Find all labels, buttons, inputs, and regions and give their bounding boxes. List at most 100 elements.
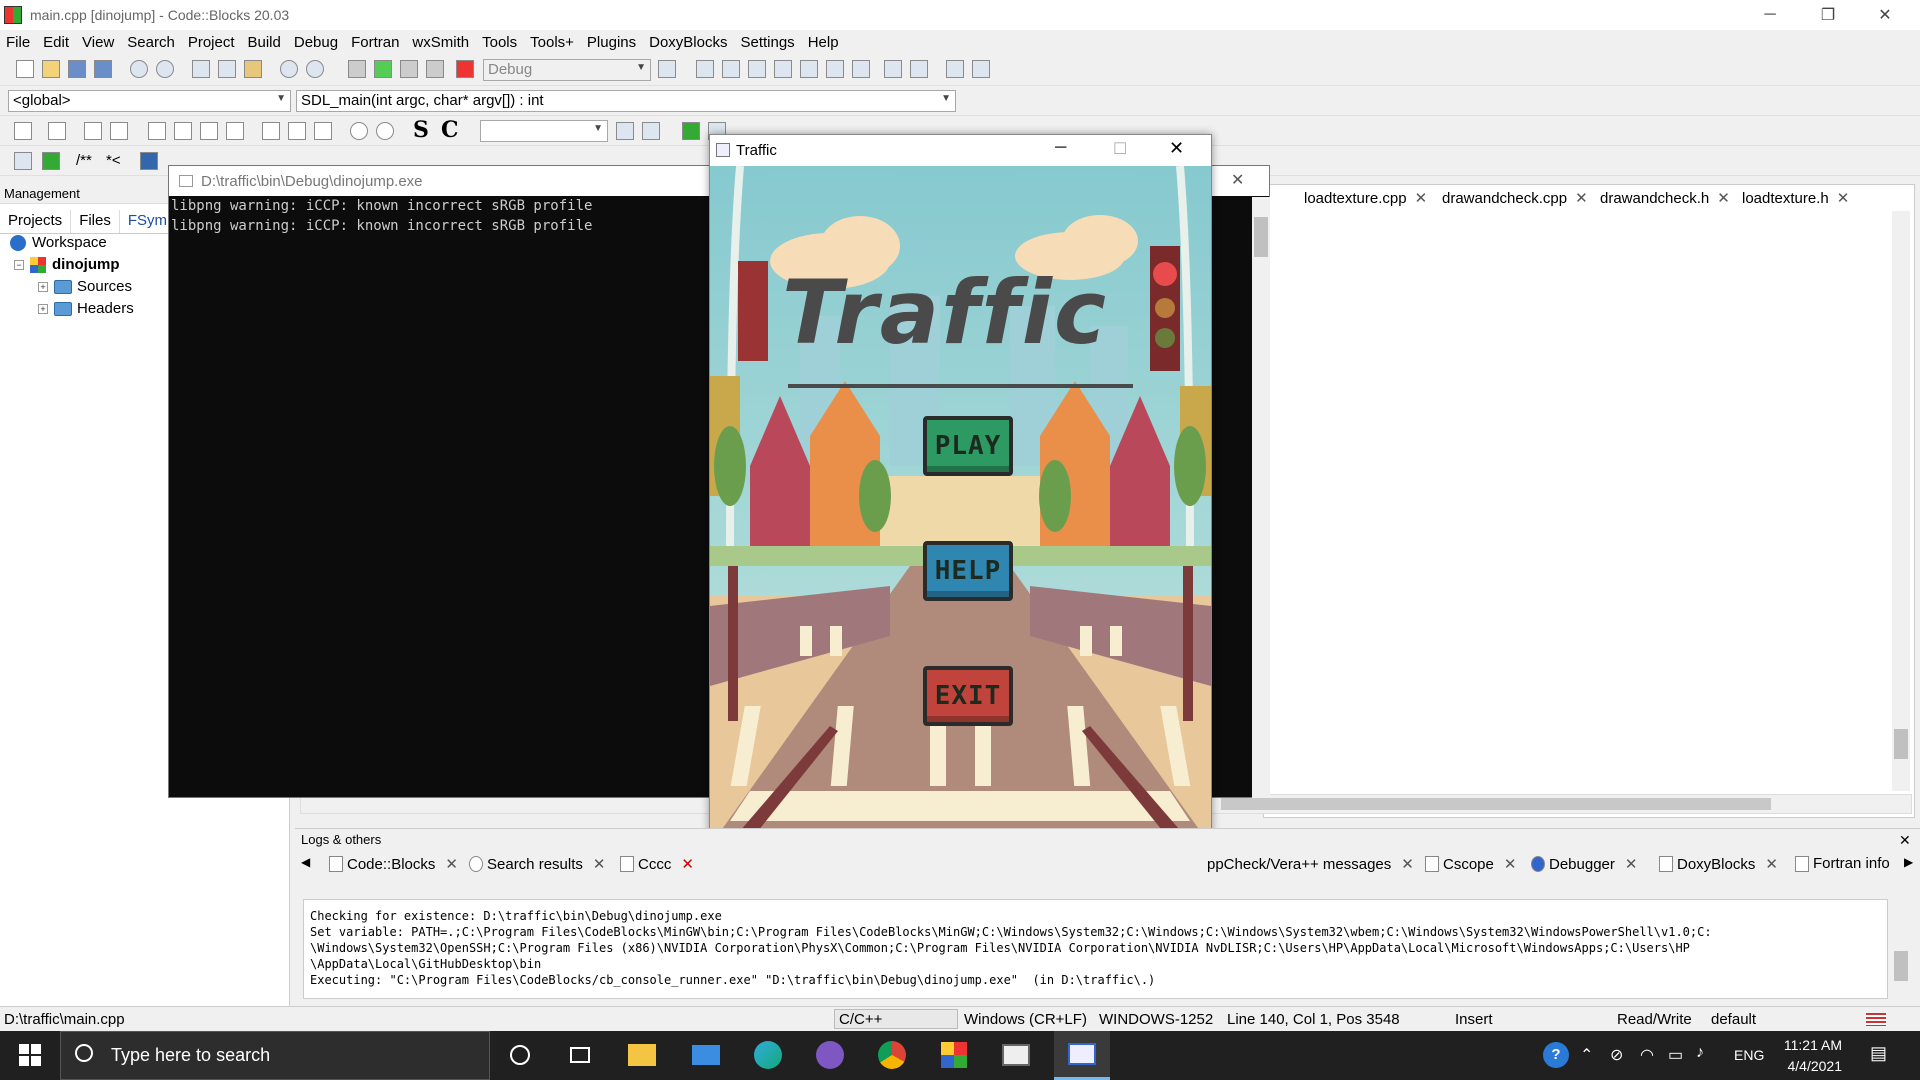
search-glass-icon[interactable] bbox=[616, 122, 634, 140]
help-tray-icon[interactable]: ? bbox=[1538, 1037, 1574, 1073]
cortana-icon[interactable] bbox=[502, 1037, 538, 1073]
logs-tab-codeblocks[interactable]: Code::Blocks ✕ bbox=[329, 855, 458, 873]
file-explorer-icon[interactable] bbox=[624, 1037, 660, 1073]
exit-button[interactable]: EXIT bbox=[923, 666, 1013, 726]
clock-time[interactable]: 11:21 AM bbox=[1782, 1037, 1842, 1053]
battery-icon[interactable]: ▭ bbox=[1668, 1045, 1683, 1065]
menu-project[interactable]: Project bbox=[188, 34, 235, 51]
sources-folder[interactable]: + Sources bbox=[38, 278, 132, 295]
wrench-icon[interactable] bbox=[642, 122, 660, 140]
zoom-out-icon[interactable] bbox=[376, 122, 394, 140]
traffic-taskbar-icon[interactable] bbox=[1054, 1031, 1110, 1080]
next-line-icon[interactable] bbox=[748, 60, 766, 78]
layout-icon-3[interactable] bbox=[200, 122, 218, 140]
windows-start-icon[interactable] bbox=[12, 1037, 48, 1073]
wifi-icon[interactable]: ◠ bbox=[1640, 1045, 1654, 1065]
doxy-wizard-icon[interactable] bbox=[14, 152, 32, 170]
clock-date[interactable]: 4/4/2021 bbox=[1782, 1058, 1843, 1074]
abort-icon[interactable] bbox=[456, 60, 474, 78]
logs-scrollbar[interactable] bbox=[1892, 899, 1910, 999]
taskbar-search-box[interactable]: Type here to search bbox=[60, 1031, 490, 1080]
menu-fortran[interactable]: Fortran bbox=[351, 34, 399, 51]
console-taskbar-icon[interactable] bbox=[998, 1037, 1034, 1073]
open-file-icon[interactable] bbox=[42, 60, 60, 78]
frame-icon-3[interactable] bbox=[314, 122, 332, 140]
menu-doxyblocks[interactable]: DoxyBlocks bbox=[649, 34, 727, 51]
save-all-icon[interactable] bbox=[94, 60, 112, 78]
github-desktop-icon[interactable] bbox=[812, 1037, 848, 1073]
logs-tab-cscope[interactable]: Cscope ✕ bbox=[1425, 855, 1516, 873]
back-arrow-icon[interactable] bbox=[682, 122, 700, 140]
volume-icon[interactable]: ♪ bbox=[1696, 1044, 1704, 1062]
editor-tab-loadtexture-h[interactable]: loadtexture.h ✕ bbox=[1742, 189, 1849, 207]
editor-tab-drawandcheck-cpp[interactable]: drawandcheck.cpp ✕ bbox=[1442, 189, 1588, 207]
replace-icon[interactable] bbox=[306, 60, 324, 78]
layout-icon-2[interactable] bbox=[174, 122, 192, 140]
logs-scroll-thumb[interactable] bbox=[1894, 951, 1908, 981]
logs-scroll-right-icon[interactable]: ▶ bbox=[1904, 855, 1913, 869]
stop-debug-icon[interactable] bbox=[910, 60, 928, 78]
menu-tools-plus[interactable]: Tools+ bbox=[530, 34, 574, 51]
logs-tab-debugger[interactable]: Debugger ✕ bbox=[1531, 855, 1637, 873]
rectangle-icon[interactable] bbox=[48, 122, 66, 140]
layout-icon-1[interactable] bbox=[148, 122, 166, 140]
target-options-icon[interactable] bbox=[658, 60, 676, 78]
battery-saver-icon[interactable]: ⊘ bbox=[1610, 1045, 1623, 1065]
editor-vertical-scrollbar[interactable] bbox=[1892, 211, 1910, 791]
logs-scroll-left-icon[interactable]: ◀ bbox=[301, 855, 310, 869]
next-instruction-icon[interactable] bbox=[826, 60, 844, 78]
rebuild-icon[interactable] bbox=[426, 60, 444, 78]
toolbar-combo[interactable]: ▼ bbox=[480, 120, 608, 142]
restore-button[interactable]: ❐ bbox=[1801, 0, 1855, 30]
menu-debug[interactable]: Debug bbox=[294, 34, 338, 51]
copy-icon[interactable] bbox=[218, 60, 236, 78]
cut-icon[interactable] bbox=[192, 60, 210, 78]
console-scrollbar[interactable] bbox=[1252, 197, 1270, 798]
minimize-button[interactable]: ─ bbox=[1743, 0, 1797, 30]
bold-c-button[interactable]: C bbox=[441, 117, 459, 143]
logs-tab-search-results[interactable]: Search results ✕ bbox=[469, 855, 605, 873]
headers-folder[interactable]: + Headers bbox=[38, 300, 134, 317]
tray-chevron-icon[interactable]: ⌃ bbox=[1580, 1045, 1593, 1065]
game-window[interactable]: Traffic ─ ☐ ✕ Traffic PLAY HELP EXIT bbox=[709, 134, 1212, 915]
game-minimize-button[interactable]: ─ bbox=[1055, 139, 1066, 157]
console-scroll-thumb[interactable] bbox=[1254, 217, 1268, 257]
menu-file[interactable]: File bbox=[6, 34, 30, 51]
new-file-icon[interactable] bbox=[16, 60, 34, 78]
layout-icon-4[interactable] bbox=[226, 122, 244, 140]
build-gear-icon[interactable] bbox=[348, 60, 366, 78]
menu-settings[interactable]: Settings bbox=[740, 34, 794, 51]
scope-select[interactable]: <global> ▼ bbox=[8, 90, 291, 112]
build-run-icon[interactable] bbox=[400, 60, 418, 78]
step-out-icon[interactable] bbox=[800, 60, 818, 78]
menu-build[interactable]: Build bbox=[248, 34, 281, 51]
language-indicator[interactable]: ENG bbox=[1734, 1047, 1764, 1063]
logs-close-icon[interactable]: ✕ bbox=[1899, 832, 1911, 849]
game-close-button[interactable]: ✕ bbox=[1169, 138, 1184, 159]
comment-line-button[interactable]: *< bbox=[106, 152, 121, 169]
build-target-select[interactable]: Debug ▼ bbox=[483, 59, 651, 81]
pause-icon[interactable] bbox=[884, 60, 902, 78]
save-icon[interactable] bbox=[68, 60, 86, 78]
workspace-node[interactable]: Workspace bbox=[10, 234, 107, 251]
debug-info-icon[interactable] bbox=[972, 60, 990, 78]
menu-view[interactable]: View bbox=[82, 34, 114, 51]
scrollbar-thumb[interactable] bbox=[1894, 729, 1908, 759]
menu-plugins[interactable]: Plugins bbox=[587, 34, 636, 51]
close-button[interactable]: ✕ bbox=[1858, 0, 1912, 30]
frame-icon-1[interactable] bbox=[262, 122, 280, 140]
menu-edit[interactable]: Edit bbox=[43, 34, 69, 51]
mail-icon[interactable] bbox=[688, 1037, 724, 1073]
logs-tab-doxyblocks[interactable]: DoxyBlocks ✕ bbox=[1659, 855, 1778, 873]
menu-wxsmith[interactable]: wxSmith bbox=[412, 34, 469, 51]
editor-area[interactable]: loadtexture.cpp ✕ drawandcheck.cpp ✕ drawa… bbox=[1263, 184, 1915, 818]
debug-windows-icon[interactable] bbox=[946, 60, 964, 78]
project-node[interactable]: − dinojump bbox=[14, 256, 120, 273]
editor-tab-loadtexture-cpp[interactable]: loadtexture.cpp ✕ bbox=[1304, 189, 1427, 207]
tab-files[interactable]: Files bbox=[71, 210, 120, 233]
menu-tools[interactable]: Tools bbox=[482, 34, 517, 51]
run-to-cursor-icon[interactable] bbox=[722, 60, 740, 78]
run-icon[interactable] bbox=[374, 60, 392, 78]
logs-tab-fortran-info[interactable]: Fortran info bbox=[1795, 855, 1890, 872]
game-maximize-button[interactable]: ☐ bbox=[1113, 139, 1127, 159]
